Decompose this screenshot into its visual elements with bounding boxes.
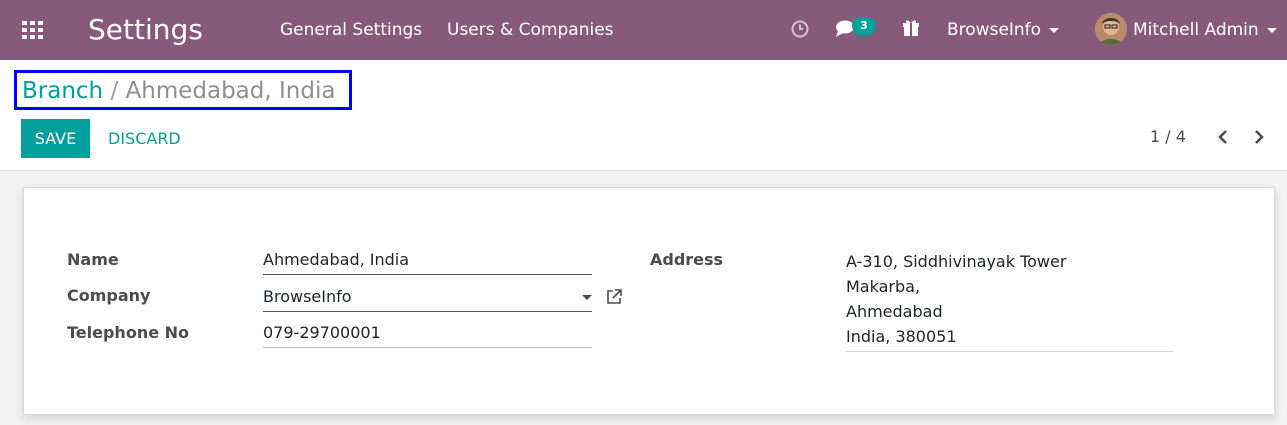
external-link-icon[interactable] [605, 288, 623, 306]
pager-value[interactable]: 1 / 4 [1150, 127, 1186, 147]
chat-badge: 3 [852, 17, 876, 35]
name-label: Name [67, 250, 119, 269]
breadcrumb-parent-link[interactable]: Branch [22, 78, 103, 104]
name-field[interactable]: Ahmedabad, India [263, 250, 592, 275]
chevron-down-icon[interactable] [582, 295, 592, 300]
menu-users-companies[interactable]: Users & Companies [447, 20, 614, 40]
breadcrumb: Branch / Ahmedabad, India [14, 70, 352, 110]
company-switcher[interactable]: BrowseInfo [947, 20, 1060, 40]
company-field[interactable]: BrowseInfo [263, 287, 592, 312]
telephone-label: Telephone No [67, 323, 190, 342]
address-line: Ahmedabad [846, 302, 943, 321]
chevron-left-icon[interactable] [1214, 128, 1232, 146]
avatar[interactable] [1095, 13, 1127, 45]
menu-general-settings[interactable]: General Settings [280, 20, 422, 40]
company-value: BrowseInfo [263, 287, 352, 306]
chevron-right-icon[interactable] [1250, 128, 1268, 146]
telephone-field[interactable]: 079-29700001 [263, 323, 592, 348]
address-line: Makarba, [846, 277, 921, 296]
address-label: Address [650, 250, 724, 269]
top-navbar: Settings General Settings Users & Compan… [0, 0, 1287, 60]
app-title[interactable]: Settings [88, 12, 203, 48]
company-name: BrowseInfo [947, 20, 1042, 40]
chevron-down-icon [1266, 27, 1277, 33]
address-line: A-310, Siddhivinayak Tower [846, 252, 1067, 271]
chevron-down-icon [1049, 27, 1060, 33]
control-panel: Branch / Ahmedabad, India Save Discard 1… [0, 60, 1287, 171]
form-sheet: Name Ahmedabad, India Company BrowseInfo… [23, 187, 1275, 415]
address-field[interactable]: A-310, Siddhivinayak Tower Makarba, Ahme… [846, 249, 1173, 352]
company-label: Company [67, 286, 151, 305]
gift-icon[interactable] [902, 19, 920, 37]
discard-button[interactable]: Discard [108, 119, 181, 158]
user-name: Mitchell Admin [1133, 20, 1259, 40]
user-menu[interactable]: Mitchell Admin [1133, 20, 1277, 40]
clock-icon[interactable] [791, 20, 809, 38]
breadcrumb-separator: / [110, 78, 119, 104]
apps-grid-icon[interactable] [21, 20, 45, 40]
address-line: India, 380051 [846, 327, 957, 346]
breadcrumb-current: Ahmedabad, India [125, 78, 336, 104]
save-button[interactable]: Save [21, 119, 90, 158]
